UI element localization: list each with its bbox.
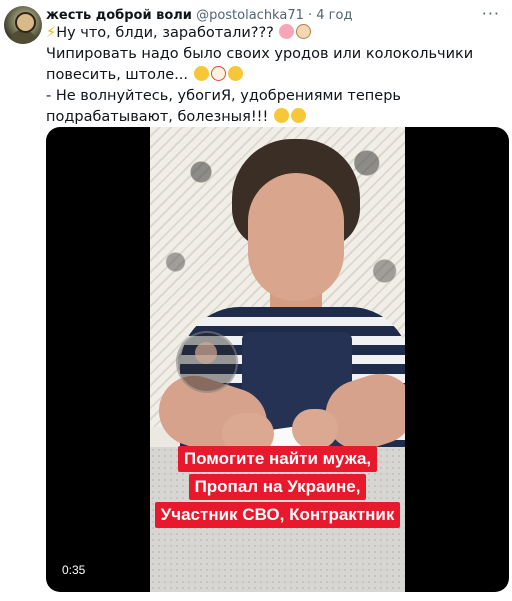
- high-voltage-icon: ⚡: [46, 25, 57, 41]
- avatar[interactable]: [4, 6, 42, 44]
- grimacing-face-icon: [227, 66, 243, 81]
- dog-face-icon: [296, 24, 312, 39]
- caption-line2: Пропал на Украине,: [188, 474, 367, 500]
- person-right-hand: [292, 409, 338, 449]
- video-player[interactable]: Помогите найти мужа, Пропал на Украине, …: [46, 127, 509, 592]
- channel-logo-watermark-icon: [176, 331, 238, 393]
- grinning-squinting-face-icon: [290, 108, 306, 123]
- text-line3: - Не волнуйтесь, убогиЯ, удобрениями теп…: [46, 88, 401, 125]
- tweet-text-line3: - Не волнуйтесь, убогиЯ, удобрениями теп…: [46, 86, 498, 128]
- more-options-icon[interactable]: ···: [482, 4, 500, 23]
- author-name[interactable]: жесть доброй воли: [46, 8, 192, 23]
- text-line2: Чипировать надо было своих уродов или ко…: [46, 46, 474, 83]
- tweet-header: жесть доброй воли @postolachka71 · 4 год: [46, 7, 352, 24]
- grimacing-face-icon: [193, 66, 209, 81]
- grinning-squinting-face-icon: [273, 108, 289, 123]
- video-captions: Помогите найти мужа, Пропал на Украине, …: [150, 445, 405, 529]
- tweet-text-line1: ⚡Ну что, блди, заработали???: [46, 23, 498, 44]
- clown-face-icon: [210, 66, 226, 81]
- video-frame[interactable]: Помогите найти мужа, Пропал на Украине, …: [150, 127, 405, 592]
- tweet[interactable]: жесть доброй воли @postolachka71 · 4 год…: [0, 0, 512, 601]
- pig-face-icon: [279, 24, 295, 39]
- tweet-time[interactable]: 4 год: [316, 8, 352, 23]
- avatar-face: [15, 12, 36, 33]
- text-line1: Ну что, блди, заработали???: [56, 25, 274, 41]
- tweet-text-line2: Чипировать надо было своих уродов или ко…: [46, 44, 498, 86]
- video-duration: 0:35: [58, 561, 90, 579]
- person-face: [248, 173, 344, 301]
- header-separator: ·: [303, 8, 317, 23]
- caption-line3: Участник СВО, Контрактник: [154, 502, 401, 528]
- author-handle[interactable]: @postolachka71: [196, 8, 304, 23]
- tweet-text: ⚡Ну что, блди, заработали??? Чипировать …: [46, 23, 498, 128]
- caption-line1: Помогите найти мужа,: [177, 446, 378, 472]
